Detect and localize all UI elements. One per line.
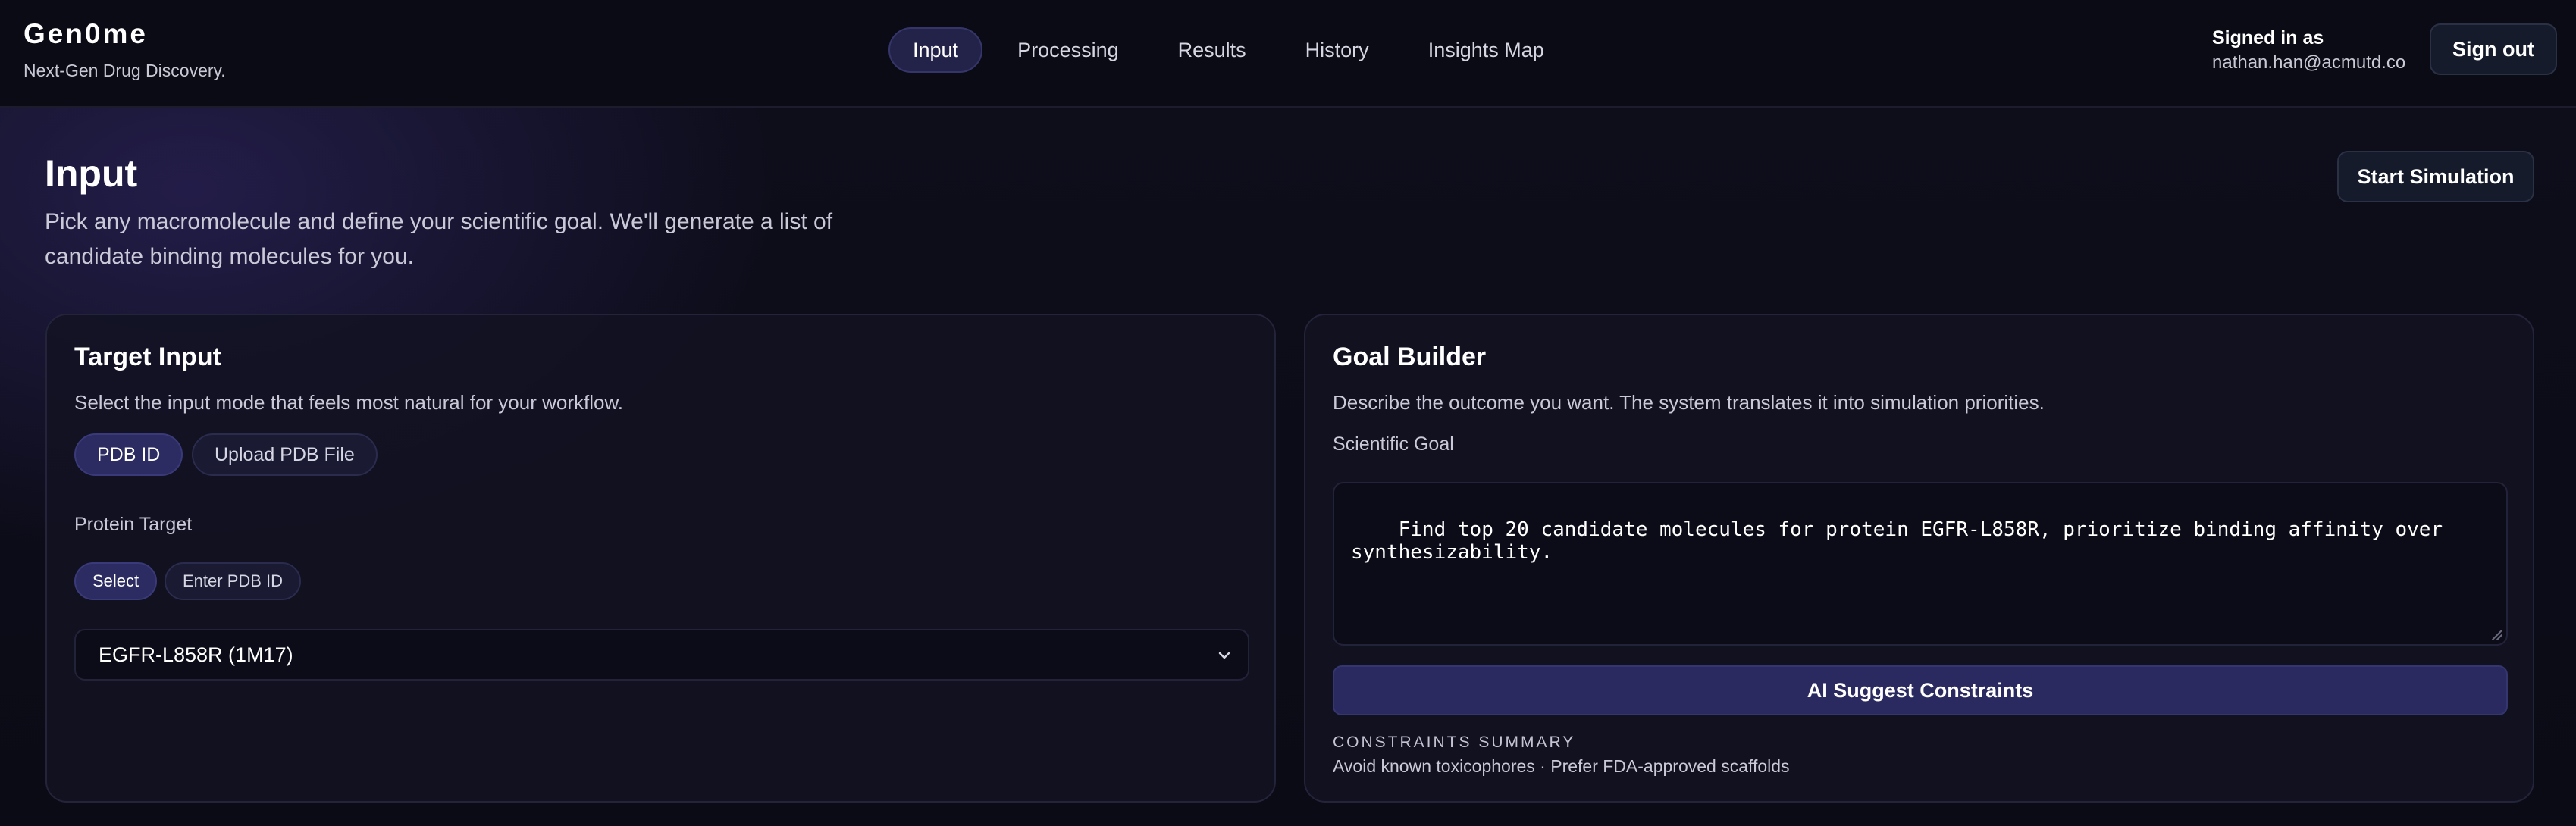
goal-builder-card: Goal Builder Describe the outcome you wa…	[1304, 314, 2534, 803]
mode-pdb-id-button[interactable]: PDB ID	[74, 433, 183, 476]
page-title: Input	[45, 152, 138, 195]
app-tagline: Next-Gen Drug Discovery.	[24, 61, 226, 80]
protein-target-select[interactable]: EGFR-L858R (1M17)	[74, 629, 1249, 681]
constraints-summary-label: CONSTRAINTS SUMMARY	[1333, 734, 1576, 751]
target-input-card: Target Input Select the input mode that …	[45, 314, 1276, 803]
target-input-title: Target Input	[74, 343, 221, 371]
goal-builder-description: Describe the outcome you want. The syste…	[1333, 391, 2045, 414]
ai-suggest-constraints-button[interactable]: AI Suggest Constraints	[1333, 665, 2508, 715]
main-nav: Input Processing Results History Insight…	[888, 27, 1568, 73]
scientific-goal-textarea[interactable]: Find top 20 candidate molecules for prot…	[1333, 482, 2508, 646]
goal-builder-title: Goal Builder	[1333, 343, 1487, 371]
tab-history[interactable]: History	[1281, 27, 1393, 73]
protein-select-mode-button[interactable]: Select	[74, 562, 158, 600]
tab-input[interactable]: Input	[888, 27, 983, 73]
target-input-description: Select the input mode that feels most na…	[74, 391, 624, 414]
app-name: Gen0me	[24, 18, 149, 49]
top-bar: Gen0me Next-Gen Drug Discovery. Input Pr…	[0, 0, 2576, 108]
tab-insights-map[interactable]: Insights Map	[1404, 27, 1568, 73]
page-subtitle: Pick any macromolecule and define your s…	[45, 209, 833, 269]
scientific-goal-label: Scientific Goal	[1333, 433, 1454, 455]
sign-out-button[interactable]: Sign out	[2430, 23, 2557, 75]
user-info: Signed in as nathan.han@acmutd.co	[2212, 27, 2405, 74]
tab-processing[interactable]: Processing	[993, 27, 1143, 73]
scientific-goal-text: Find top 20 candidate molecules for prot…	[1351, 518, 2455, 564]
resize-handle-icon[interactable]	[2490, 627, 2503, 641]
mode-upload-pdb-button[interactable]: Upload PDB File	[192, 433, 378, 476]
user-email: nathan.han@acmutd.co	[2212, 52, 2406, 73]
tab-results[interactable]: Results	[1154, 27, 1271, 73]
selected-protein: EGFR-L858R (1M17)	[99, 643, 293, 666]
brand: Gen0me Next-Gen Drug Discovery.	[24, 18, 226, 81]
start-simulation-button[interactable]: Start Simulation	[2337, 151, 2534, 202]
protein-target-label: Protein Target	[74, 514, 193, 535]
constraints-summary-text: Avoid known toxicophores · Prefer FDA-ap…	[1333, 756, 1790, 776]
chevron-down-icon	[1218, 652, 1230, 659]
signed-in-label: Signed in as	[2212, 27, 2324, 48]
protein-enter-id-button[interactable]: Enter PDB ID	[165, 562, 302, 600]
